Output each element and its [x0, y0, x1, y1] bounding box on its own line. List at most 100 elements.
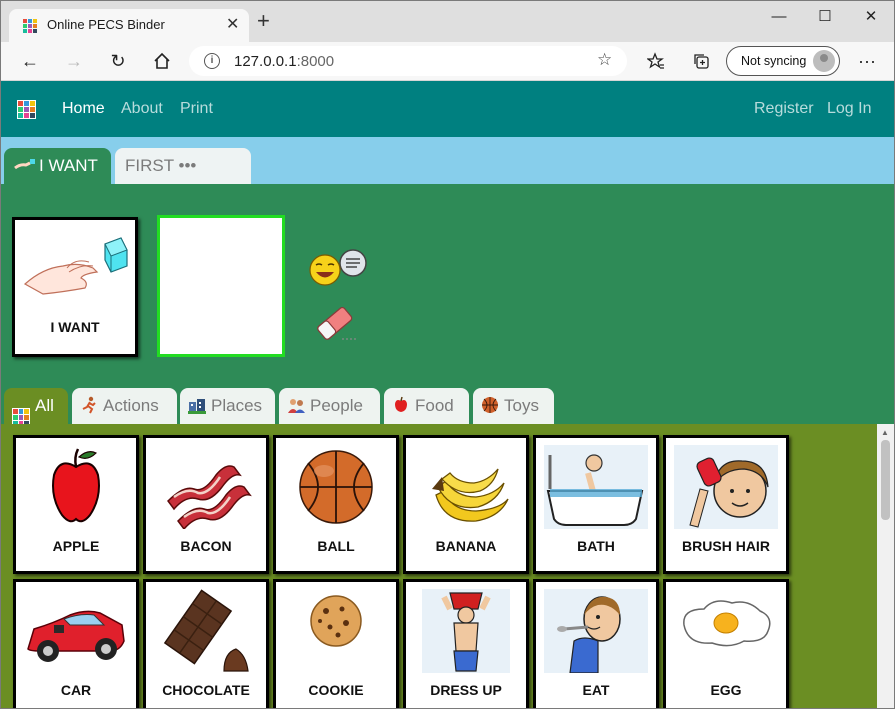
tab-category-food-label: Food	[415, 396, 454, 415]
more-icon[interactable]: ···	[854, 48, 880, 74]
tab-i-want-label: I WANT	[39, 156, 98, 175]
bath-icon	[544, 445, 648, 529]
tab-category-people-label: People	[310, 396, 363, 415]
card-bath[interactable]: BATH	[533, 435, 659, 574]
refresh-icon[interactable]: ↻	[105, 48, 131, 74]
vertical-scrollbar[interactable]: ▲	[877, 424, 894, 708]
maximize-icon[interactable]: ☐	[802, 5, 848, 29]
tab-category-people[interactable]: People	[279, 388, 380, 424]
brush-hair-icon	[674, 445, 778, 529]
bacon-icon	[167, 465, 252, 529]
url-text: 127.0.0.1:8000	[234, 53, 335, 70]
sentence-tabs-bar: I WANT FIRST ••• THEN	[1, 137, 894, 211]
clear-button[interactable]	[312, 302, 362, 344]
tab-category-all-label: All	[35, 396, 54, 415]
close-window-icon[interactable]: ✕	[848, 5, 894, 29]
tab-category-toys-label: Toys	[504, 396, 539, 415]
minimize-icon[interactable]: —	[756, 5, 802, 29]
card-label: BACON	[180, 538, 232, 554]
info-icon[interactable]: i	[204, 53, 220, 69]
toys-icon	[482, 397, 498, 413]
address-bar[interactable]: i 127.0.0.1:8000 ☆	[189, 46, 627, 76]
collections-icon[interactable]	[688, 48, 714, 74]
speak-icon	[309, 249, 367, 286]
sentence-card-i-want[interactable]: I WANT	[12, 217, 138, 357]
card-grid: APPLE BACON BALL BANANA BATH BRUSH HAIR …	[1, 424, 894, 708]
people-icon	[288, 399, 305, 413]
card-eat[interactable]: EAT	[533, 579, 659, 708]
card-label: DRESS UP	[430, 682, 502, 698]
card-label: EGG	[710, 682, 742, 698]
nav-register-link[interactable]: Register	[754, 100, 814, 118]
tab-category-toys[interactable]: Toys	[473, 388, 554, 424]
sentence-card-label: I WANT	[50, 319, 100, 335]
close-tab-icon[interactable]: ✕	[226, 14, 239, 34]
browser-tab[interactable]: Online PECS Binder ✕	[9, 9, 249, 42]
tab-category-food[interactable]: Food	[384, 388, 469, 424]
scroll-up-icon[interactable]: ▲	[881, 428, 889, 437]
card-egg[interactable]: EGG	[663, 579, 789, 708]
card-cookie[interactable]: COOKIE	[273, 579, 399, 708]
eat-icon	[544, 589, 648, 673]
hand-icon	[14, 159, 35, 170]
nav-home-link[interactable]: Home	[62, 100, 105, 118]
tab-category-all[interactable]: All	[4, 388, 68, 427]
card-banana[interactable]: BANANA	[403, 435, 529, 574]
browser-toolbar: ← → ↻ i 127.0.0.1:8000 ☆ Not syncing ···	[1, 42, 894, 81]
new-tab-icon[interactable]: +	[257, 9, 270, 33]
tab-category-places[interactable]: Places	[180, 388, 275, 424]
home-icon[interactable]	[149, 48, 175, 74]
card-label: CAR	[60, 682, 92, 698]
card-label: BATH	[577, 538, 615, 554]
empty-sentence-slot[interactable]	[157, 215, 285, 357]
title-bar: Online PECS Binder ✕ + — ☐ ✕	[1, 1, 894, 42]
card-label: COOKIE	[308, 682, 364, 698]
category-tabs: All Actions Places People Food Toys	[1, 384, 894, 427]
nav-login-link[interactable]: Log In	[827, 100, 871, 118]
back-icon[interactable]: ←	[17, 48, 43, 74]
places-icon	[188, 399, 206, 414]
card-apple[interactable]: APPLE	[13, 435, 139, 574]
brand-logo-icon[interactable]	[17, 100, 36, 119]
card-chocolate[interactable]: CHOCOLATE	[143, 579, 269, 708]
card-label: CHOCOLATE	[162, 682, 250, 698]
food-icon	[395, 396, 407, 412]
card-car[interactable]: CAR	[13, 579, 139, 708]
add-favorite-icon[interactable]: ☆	[597, 50, 612, 70]
scrollbar-thumb[interactable]	[881, 440, 890, 520]
running-icon	[82, 396, 96, 414]
speak-button[interactable]	[307, 246, 369, 288]
ball-icon	[299, 450, 373, 524]
tab-category-actions[interactable]: Actions	[72, 388, 177, 424]
card-dress-up[interactable]: DRESS UP	[403, 579, 529, 708]
tab-first-then[interactable]: FIRST ••• THEN	[115, 148, 251, 211]
forward-icon[interactable]: →	[61, 48, 87, 74]
card-label: APPLE	[52, 538, 100, 554]
cookie-icon	[310, 595, 362, 647]
chocolate-icon	[163, 589, 249, 672]
card-ball[interactable]: BALL	[273, 435, 399, 574]
card-label: BALL	[317, 538, 355, 554]
card-bacon[interactable]: BACON	[143, 435, 269, 574]
app-navbar: Home About Print Register Log In	[1, 81, 894, 137]
favorites-icon[interactable]	[643, 48, 669, 74]
card-label: BRUSH HAIR	[682, 538, 770, 554]
browser-window: Online PECS Binder ✕ + — ☐ ✕ ← → ↻ i 127…	[0, 0, 895, 709]
nav-about-link[interactable]: About	[121, 100, 163, 118]
tab-category-places-label: Places	[211, 396, 263, 415]
tab-i-want[interactable]: I WANT	[4, 148, 111, 184]
i-want-hand-icon	[23, 237, 128, 295]
favicon-icon	[23, 19, 37, 33]
dress-up-icon	[422, 589, 510, 673]
card-brush-hair[interactable]: BRUSH HAIR	[663, 435, 789, 574]
card-label: EAT	[582, 682, 610, 698]
sync-label: Not syncing	[741, 54, 807, 68]
nav-print-link[interactable]: Print	[180, 100, 213, 118]
apple-icon	[52, 448, 100, 523]
profile-avatar-icon	[813, 50, 835, 72]
eraser-icon	[317, 306, 358, 340]
card-label: BANANA	[435, 538, 497, 554]
sync-button[interactable]: Not syncing	[726, 46, 840, 76]
tab-category-actions-label: Actions	[103, 396, 159, 415]
egg-icon	[683, 600, 771, 647]
